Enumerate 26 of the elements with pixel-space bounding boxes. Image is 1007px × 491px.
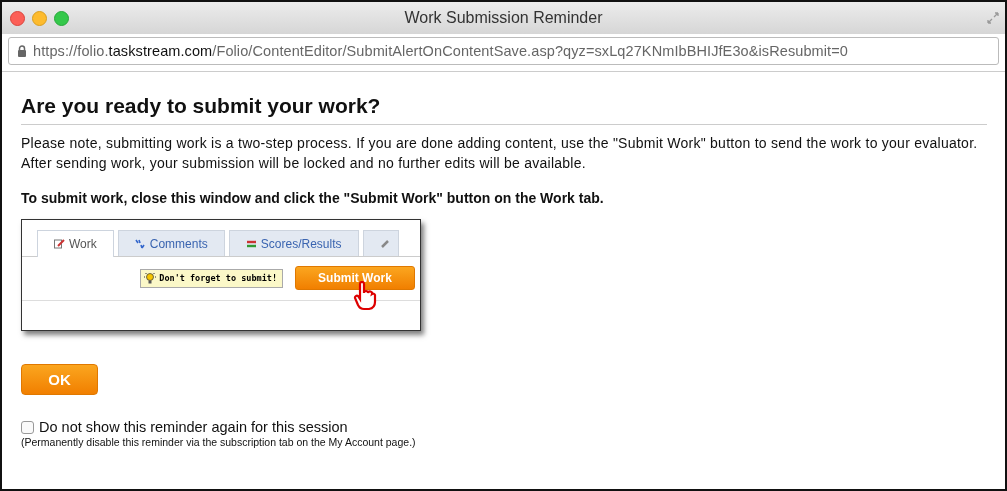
instruction-text: To submit work, close this window and click the "Submit Work" button on the Work tab. [21, 190, 605, 206]
tab-label: Scores/Results [260, 236, 342, 251]
address-bar[interactable]: https://folio.taskstream.com/Folio/ContentEditor/SubmitAlertOnContentSave.asp?qyz=sxLq27KNmIbBHIJfE3o&isResubmit=0 [8, 37, 999, 65]
lock-icon [17, 45, 27, 57]
heading: Are you ready to submit your work? [21, 94, 987, 125]
checkbox[interactable] [21, 420, 34, 434]
checkbox-label: Do not show this reminder again for this session [39, 419, 348, 435]
tab[interactable]: Scores/Results [228, 230, 359, 256]
tab[interactable]: Work [37, 230, 114, 257]
tab-label: Comments [149, 236, 208, 251]
window-title: Work Submission Reminder [404, 9, 603, 27]
url-text: https://folio.taskstream.com/Folio/ContentEditor/SubmitAlertOnContentSave.asp?qyz=sxLq27KNmIbBHIJfE3o&isResubmit=0 [33, 43, 848, 59]
pencil-icon [379, 238, 390, 249]
close-button[interactable] [10, 11, 25, 26]
tip-text: Don't forget to submit! [159, 273, 277, 283]
note-text: (Permanently disable this reminder via the subscription tab on the My Account page.) [21, 436, 417, 448]
tab-label: Work [69, 237, 97, 251]
paragraph: Please note, submitting work is a two-step process. If you are done adding content, use the "Submit Work" button to send the work to your evaluator. After sending work, your submission will be locked and no further edits will be available. [21, 134, 979, 173]
resize-icon[interactable] [987, 12, 999, 24]
tab[interactable] [362, 230, 399, 256]
zoom-button[interactable] [54, 11, 69, 26]
tab[interactable]: Comments [117, 230, 225, 256]
hand-cursor-icon [353, 281, 377, 311]
minimize-button[interactable] [32, 11, 47, 26]
edit-icon [54, 239, 65, 249]
lightbulb-icon [143, 271, 158, 285]
